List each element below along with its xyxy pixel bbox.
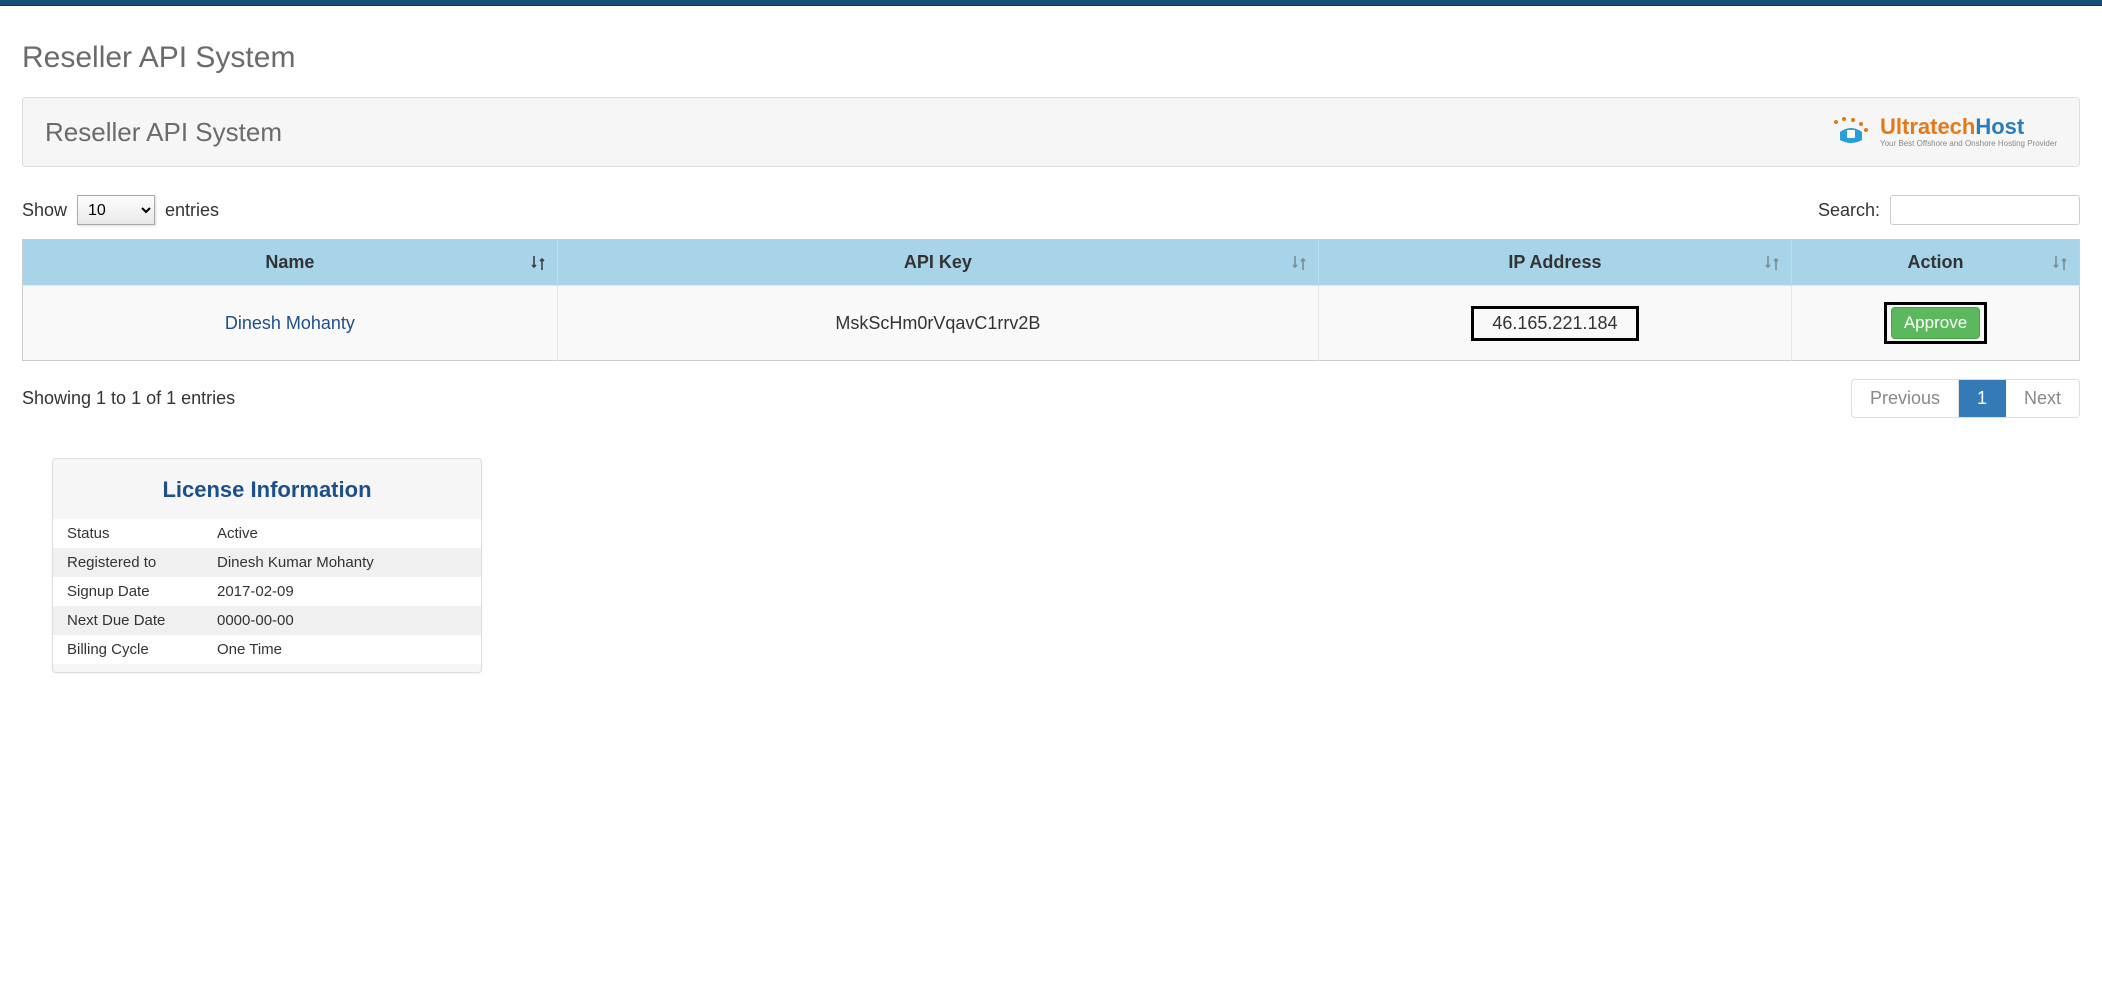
brand-logo: UltratechHost Your Best Offshore and Ons… — [1830, 116, 2057, 148]
col-action[interactable]: Action — [1792, 240, 2080, 286]
license-value: Active — [217, 525, 467, 542]
sort-icon — [531, 255, 545, 271]
panel-title: Reseller API System — [45, 117, 282, 148]
show-label-post: entries — [165, 200, 219, 221]
search-box: Search: — [1818, 195, 2080, 225]
sort-icon — [1292, 255, 1306, 271]
license-title: License Information — [53, 459, 481, 519]
approve-button[interactable]: Approve — [1891, 307, 1980, 339]
approve-highlight: Approve — [1884, 302, 1987, 344]
row-ip-address: 46.165.221.184 — [1471, 306, 1638, 341]
col-name[interactable]: Name — [23, 240, 558, 286]
search-input[interactable] — [1890, 195, 2080, 225]
logo-word-2: Host — [1975, 114, 2024, 139]
main-container: Reseller API System Reseller API System … — [0, 6, 2102, 688]
col-ip[interactable]: IP Address — [1318, 240, 1791, 286]
data-table: Name API Key IP Address — [22, 239, 2080, 361]
col-name-label: Name — [265, 252, 314, 272]
license-row: Billing Cycle One Time — [53, 635, 481, 664]
license-row: Signup Date 2017-02-09 — [53, 577, 481, 606]
license-value: 2017-02-09 — [217, 583, 467, 600]
license-card: License Information Status Active Regist… — [52, 458, 482, 673]
license-row: Next Due Date 0000-00-00 — [53, 606, 481, 635]
show-label-pre: Show — [22, 200, 67, 221]
col-ip-label: IP Address — [1508, 252, 1601, 272]
license-label: Signup Date — [67, 583, 217, 600]
logo-icon — [1830, 116, 1872, 148]
license-value: 0000-00-00 — [217, 612, 467, 629]
row-api-key: MskScHm0rVqavC1rrv2B — [557, 286, 1318, 361]
license-label: Next Due Date — [67, 612, 217, 629]
pagination-prev[interactable]: Previous — [1852, 380, 1959, 417]
col-api-key-label: API Key — [904, 252, 972, 272]
logo-text: UltratechHost Your Best Offshore and Ons… — [1880, 116, 2057, 148]
pagination-next[interactable]: Next — [2006, 380, 2079, 417]
sort-icon — [1765, 255, 1779, 271]
page-title: Reseller API System — [22, 41, 2080, 75]
license-label: Registered to — [67, 554, 217, 571]
pagination: Previous 1 Next — [1851, 379, 2080, 418]
license-label: Billing Cycle — [67, 641, 217, 658]
table-footer: Showing 1 to 1 of 1 entries Previous 1 N… — [22, 379, 2080, 418]
page-size-select[interactable]: 10 — [77, 195, 155, 225]
license-row: Registered to Dinesh Kumar Mohanty — [53, 548, 481, 577]
sort-icon — [2053, 255, 2067, 271]
license-value: One Time — [217, 641, 467, 658]
logo-tagline: Your Best Offshore and Onshore Hosting P… — [1880, 140, 2057, 148]
row-name-link[interactable]: Dinesh Mohanty — [225, 313, 355, 333]
license-row: Status Active — [53, 519, 481, 548]
table-info: Showing 1 to 1 of 1 entries — [22, 388, 235, 409]
panel-header: Reseller API System UltratechHost Your B… — [22, 97, 2080, 167]
pagination-page-1[interactable]: 1 — [1959, 380, 2006, 417]
license-body: Status Active Registered to Dinesh Kumar… — [53, 519, 481, 664]
show-entries: Show 10 entries — [22, 195, 219, 225]
table-row: Dinesh Mohanty MskScHm0rVqavC1rrv2B 46.1… — [23, 286, 2080, 361]
search-label: Search: — [1818, 200, 1880, 221]
col-action-label: Action — [1908, 252, 1964, 272]
license-value: Dinesh Kumar Mohanty — [217, 554, 467, 571]
logo-word-1: Ultratech — [1880, 114, 1975, 139]
col-api-key[interactable]: API Key — [557, 240, 1318, 286]
table-controls: Show 10 entries Search: — [22, 195, 2080, 225]
license-label: Status — [67, 525, 217, 542]
